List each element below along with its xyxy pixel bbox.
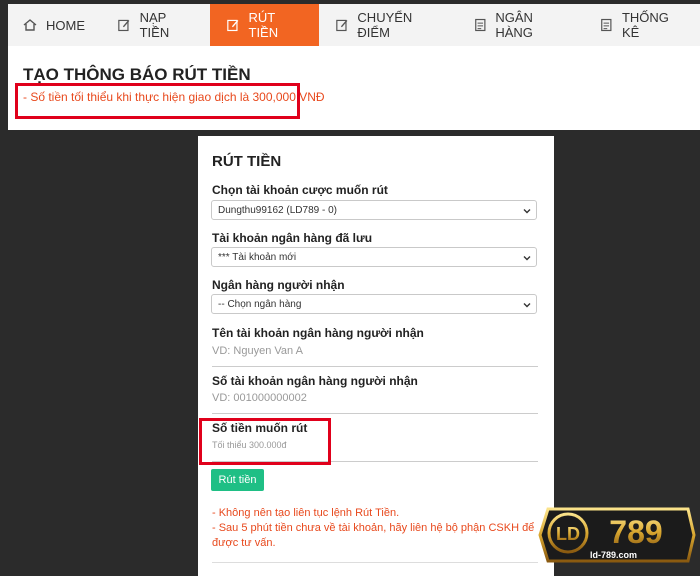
account-name-input[interactable]: VD: Nguyen Van A [212, 345, 538, 367]
nav-item-rut-tien[interactable]: RÚT TIỀN [209, 4, 319, 46]
account-select-value: Dungthu99162 (LD789 - 0) [218, 204, 337, 216]
document-icon [601, 18, 612, 32]
chevron-down-icon [523, 209, 531, 214]
home-icon [23, 19, 37, 31]
highlight-box-amount [199, 418, 331, 465]
receiver-bank-select[interactable]: -- Chọn ngân hàng [211, 294, 537, 314]
logo-url: ld-789.com [590, 550, 638, 560]
saved-bank-select-value: *** Tài khoản mới [218, 251, 297, 263]
divider [212, 562, 538, 563]
note-item: - Không nên tạo liên tục lệnh Rút Tiền. [212, 507, 400, 519]
account-select[interactable]: Dungthu99162 (LD789 - 0) [211, 200, 537, 220]
account-number-placeholder: VD: 001000000002 [212, 392, 307, 404]
nav-label-rut-tien: RÚT TIỀN [248, 10, 279, 40]
note-item: - Sau 5 phút tiền chưa về tài khoản, hãy… [212, 522, 535, 549]
nav-label-ngan-hang: NGÂN HÀNG [495, 10, 533, 40]
highlight-box-notice [15, 83, 300, 119]
form-title: RÚT TIỀN [212, 153, 282, 170]
account-label: Chọn tài khoản cược muốn rút [212, 183, 388, 197]
nav-label-chuyen-diem: CHUYỂN ĐIỂM [357, 10, 413, 40]
logo-mark-789: 789 [609, 514, 662, 550]
receiver-bank-label: Ngân hàng người nhận [212, 278, 345, 292]
nav-label-thong-ke: THỐNG KÊ [621, 10, 669, 40]
edit-icon [336, 19, 348, 32]
nav-item-home[interactable]: HOME [8, 4, 101, 46]
account-number-input[interactable]: VD: 001000000002 [212, 392, 538, 414]
logo-mark-ld: LD [556, 524, 580, 544]
nav-item-thong-ke[interactable]: THỐNG KÊ [583, 4, 700, 46]
submit-withdraw-button[interactable]: Rút tiền [211, 469, 264, 491]
top-nav: HOME NẠP TIỀN RÚT TIỀN CHUYỂN ĐIỂM NGÂN … [8, 4, 700, 46]
notice-title: TẠO THÔNG BÁO RÚT TIỀN [23, 65, 251, 84]
saved-bank-select[interactable]: *** Tài khoản mới [211, 247, 537, 267]
account-name-label: Tên tài khoản ngân hàng người nhận [212, 326, 424, 340]
account-number-label: Số tài khoản ngân hàng người nhận [212, 374, 418, 388]
nav-item-chuyen-diem[interactable]: CHUYỂN ĐIỂM [319, 4, 457, 46]
nav-label-home: HOME [46, 17, 85, 33]
edit-icon [227, 19, 239, 32]
withdraw-form: RÚT TIỀN Chọn tài khoản cược muốn rút Du… [198, 136, 554, 576]
nav-label-nap-tien: NẠP TIỀN [139, 10, 170, 40]
edit-icon [118, 19, 130, 32]
receiver-bank-select-value: -- Chọn ngân hàng [218, 298, 302, 310]
nav-item-nap-tien[interactable]: NẠP TIỀN [101, 4, 210, 46]
chevron-down-icon [523, 303, 531, 308]
account-name-placeholder: VD: Nguyen Van A [212, 345, 303, 357]
chevron-down-icon [523, 256, 531, 261]
nav-item-ngan-hang[interactable]: NGÂN HÀNG [457, 4, 584, 46]
document-icon [474, 18, 486, 32]
saved-bank-label: Tài khoản ngân hàng đã lưu [212, 231, 373, 245]
